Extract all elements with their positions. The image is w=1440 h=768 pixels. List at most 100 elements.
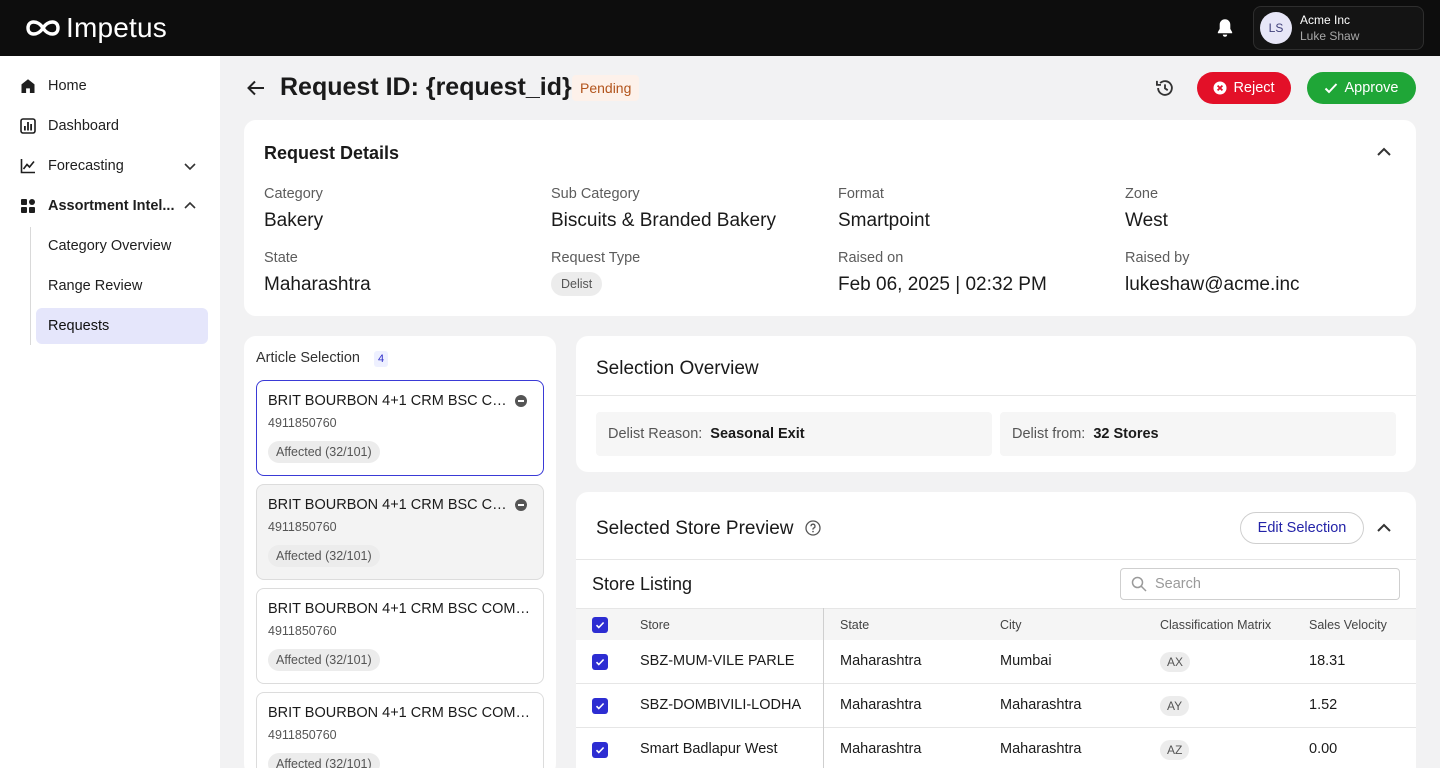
city-cell: Mumbai	[1000, 653, 1052, 669]
store-cell: SBZ-DOMBIVILI-LODHA	[640, 697, 802, 713]
search-box[interactable]	[1120, 568, 1400, 600]
request-type-label: Request Type	[551, 250, 641, 266]
home-icon	[20, 78, 36, 94]
row-checkbox[interactable]	[592, 654, 608, 670]
sidebar-item-home[interactable]: Home	[20, 74, 210, 98]
remove-circle-icon[interactable]	[515, 395, 527, 407]
affected-chip: Affected (32/101)	[268, 545, 380, 567]
column-header-state[interactable]: State	[840, 618, 869, 632]
brand-logo[interactable]: Impetus	[24, 12, 167, 44]
grid-icon	[20, 198, 36, 214]
row-checkbox[interactable]	[592, 698, 608, 714]
affected-chip: Affected (32/101)	[268, 649, 380, 671]
chevron-up-icon[interactable]	[1374, 518, 1394, 538]
classification-chip: AY	[1160, 696, 1190, 716]
state-cell: Maharashtra	[840, 653, 922, 669]
format-value: Smartpoint	[838, 210, 930, 231]
request-details-title: Request Details	[264, 143, 400, 163]
sidebar-item-label: Home	[48, 78, 87, 94]
sidebar-item-label: Forecasting	[48, 158, 124, 174]
sidebar-item-label: Dashboard	[48, 118, 119, 134]
table-row[interactable]: SBZ-DOMBIVILI-LODHA Maharashtra Maharash…	[576, 684, 1416, 728]
help-circle-icon[interactable]	[805, 520, 821, 536]
edit-selection-button[interactable]: Edit Selection	[1240, 512, 1364, 544]
account-switcher[interactable]: LS Acme Inc Luke Shaw	[1253, 6, 1424, 50]
divider	[576, 559, 1416, 560]
page-title: Request ID: {request_id}	[280, 73, 572, 101]
article-name: BRIT BOURBON 4+1 CRM BSC CO...	[268, 497, 508, 513]
article-card[interactable]: BRIT BOURBON 4+1 CRM BSC CO... 491185076…	[256, 380, 544, 476]
brand-name: Impetus	[66, 12, 167, 43]
classification-chip: AZ	[1160, 740, 1190, 760]
sidebar-item-category-overview[interactable]: Category Overview	[36, 228, 208, 264]
delist-from-box: Delist from: 32 Stores	[1000, 412, 1396, 456]
sidebar-item-assortment[interactable]: Assortment Intel...	[20, 194, 210, 218]
column-header-store[interactable]: Store	[640, 618, 670, 632]
subnav-divider	[30, 227, 31, 345]
category-value: Bakery	[264, 210, 324, 231]
table-row[interactable]: SBZ-MUM-VILE PARLE Maharashtra Mumbai AX…	[576, 640, 1416, 684]
zone-label: Zone	[1125, 186, 1159, 202]
sidebar-item-requests[interactable]: Requests	[36, 308, 208, 344]
close-circle-icon	[1213, 81, 1227, 95]
article-name: BRIT BOURBON 4+1 CRM BSC CO...	[268, 393, 508, 409]
article-card[interactable]: BRIT BOURBON 4+1 CRM BSC COMB... 4911850…	[256, 588, 544, 684]
subcategory-value: Biscuits & Branded Bakery	[551, 210, 776, 231]
column-divider	[823, 608, 824, 768]
selection-overview-card: Selection Overview Delist Reason: Season…	[576, 336, 1416, 472]
chevron-down-icon	[184, 163, 196, 171]
column-header-city[interactable]: City	[1000, 618, 1022, 632]
raised-on-value: Feb 06, 2025 | 02:32 PM	[838, 274, 1047, 295]
column-header-sales-velocity[interactable]: Sales Velocity	[1309, 618, 1387, 632]
chevron-up-icon[interactable]	[1374, 142, 1394, 162]
article-selection-panel: Article Selection 4 BRIT BOURBON 4+1 CRM…	[244, 336, 556, 768]
affected-chip: Affected (32/101)	[268, 441, 380, 463]
check-icon	[595, 621, 605, 629]
state-label: State	[264, 250, 298, 266]
store-listing-title: Store Listing	[592, 574, 693, 594]
column-header-classification[interactable]: Classification Matrix	[1160, 618, 1271, 632]
selection-overview-title: Selection Overview	[596, 358, 759, 379]
account-org: Acme Inc	[1300, 13, 1351, 27]
state-value: Maharashtra	[264, 274, 371, 295]
delist-reason-label: Delist Reason:	[608, 426, 703, 442]
article-code: 4911850760	[268, 728, 337, 742]
delist-from-value: 32 Stores	[1093, 426, 1159, 442]
affected-chip: Affected (32/101)	[268, 753, 380, 768]
account-user: Luke Shaw	[1300, 29, 1360, 43]
request-details-card: Request Details Category Bakery Sub Cate…	[244, 120, 1416, 316]
history-icon[interactable]	[1154, 77, 1176, 99]
row-checkbox[interactable]	[592, 742, 608, 758]
chevron-up-icon	[184, 201, 196, 209]
sidebar-item-dashboard[interactable]: Dashboard	[20, 114, 210, 138]
sales-velocity-cell: 1.52	[1309, 697, 1338, 713]
delist-from-label: Delist from:	[1012, 426, 1086, 442]
check-icon	[1325, 83, 1338, 94]
bar-chart-icon	[20, 118, 36, 134]
top-bar: Impetus LS Acme Inc Luke Shaw	[0, 0, 1440, 56]
select-all-checkbox[interactable]	[592, 617, 608, 633]
delist-reason-value: Seasonal Exit	[710, 426, 805, 442]
table-row[interactable]: Smart Badlapur West Maharashtra Maharash…	[576, 728, 1416, 768]
reject-button[interactable]: Reject	[1197, 72, 1291, 104]
divider	[576, 395, 1416, 396]
classification-chip: AX	[1160, 652, 1191, 672]
article-code: 4911850760	[268, 624, 337, 638]
request-type-chip: Delist	[551, 272, 603, 296]
sidebar-item-forecasting[interactable]: Forecasting	[20, 154, 210, 178]
article-card[interactable]: BRIT BOURBON 4+1 CRM BSC COMB... 4911850…	[256, 692, 544, 768]
raised-on-label: Raised on	[838, 250, 904, 266]
article-card[interactable]: BRIT BOURBON 4+1 CRM BSC CO... 491185076…	[256, 484, 544, 580]
search-input[interactable]	[1155, 576, 1385, 592]
city-cell: Maharashtra	[1000, 697, 1082, 713]
approve-button[interactable]: Approve	[1307, 72, 1416, 104]
delist-reason-box: Delist Reason: Seasonal Exit	[596, 412, 992, 456]
check-icon	[595, 658, 605, 666]
check-icon	[595, 746, 605, 754]
notification-bell-icon[interactable]	[1214, 17, 1236, 39]
back-arrow-icon[interactable]	[244, 76, 268, 100]
article-code: 4911850760	[268, 416, 337, 430]
sidebar-item-range-review[interactable]: Range Review	[36, 268, 208, 304]
article-selection-title: Article Selection	[256, 350, 360, 366]
remove-circle-icon[interactable]	[515, 499, 527, 511]
